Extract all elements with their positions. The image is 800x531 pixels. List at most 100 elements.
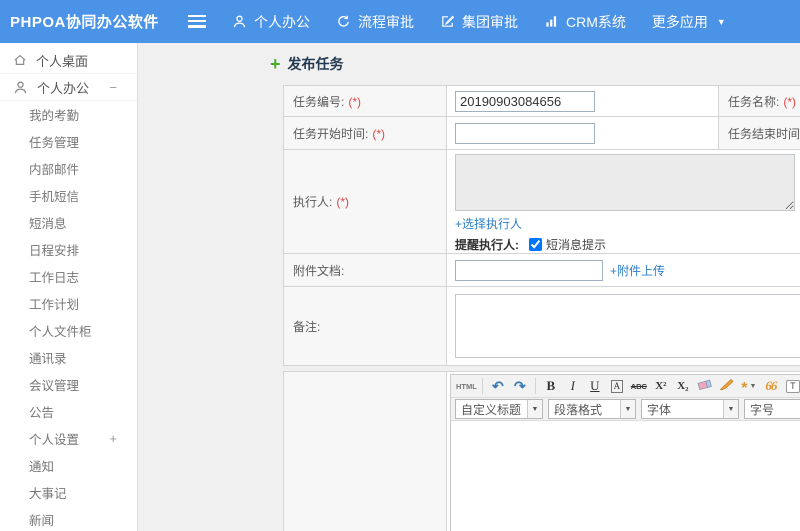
eraser-button[interactable] — [695, 377, 715, 396]
description-table: 任务描述:(*) HTML↶↷BIUAABCX²X₂*▼66TA▼ 自定义标题▼… — [283, 371, 800, 531]
format-brush-button[interactable] — [717, 377, 737, 396]
sidebar-item[interactable]: 通知 — [0, 452, 137, 479]
undo-button[interactable]: ↶ — [488, 377, 508, 396]
sidebar-item-label: 个人文件柜 — [29, 325, 92, 339]
sidebar-item[interactable]: 工作计划 — [0, 290, 137, 317]
attachment-upload-link[interactable]: +附件上传 — [610, 262, 665, 279]
sidebar: 个人桌面个人办公 − 我的考勤任务管理内部邮件手机短信短消息日程安排工作日志 工作计划… — [0, 43, 138, 531]
sidebar-item[interactable]: 通讯录 — [0, 344, 137, 371]
sidebar-item[interactable]: 任务管理 — [0, 128, 137, 155]
superscript-button[interactable]: X² — [651, 377, 671, 396]
add-plus-icon: + — [270, 53, 281, 74]
start-time-label: 任务开始时间: (*) — [283, 116, 447, 150]
attachment-label: 附件文档: — [283, 253, 447, 287]
caret-down-icon: ▼ — [716, 16, 726, 27]
sidebar-item[interactable]: 我的考勤 — [0, 101, 137, 128]
font-border-button[interactable]: A — [607, 377, 627, 396]
user-icon — [13, 80, 28, 95]
sms-remind-checkbox[interactable] — [529, 238, 542, 251]
sidebar-item-label: 新闻 — [29, 514, 55, 528]
subscript-button[interactable]: X₂ — [673, 377, 693, 396]
paragraph-format-select[interactable]: 段落格式 ▼ — [548, 399, 636, 419]
italic-button[interactable]: I — [563, 377, 583, 396]
content-area: + 发布任务 任务编号:(*) 任务名称:(*) — [138, 43, 800, 531]
sidebar-item-label: 个人办公 — [37, 80, 90, 96]
sidebar-item-label: 短消息 — [29, 217, 67, 231]
nav-item-2[interactable]: 流程审批 — [336, 12, 414, 32]
sidebar-item[interactable]: 公告 — [0, 398, 137, 425]
task-name-label: 任务名称: (*) — [718, 85, 800, 117]
nav-item-3[interactable]: 集团审批 — [440, 12, 518, 32]
redo-button[interactable]: ↷ — [510, 377, 530, 396]
sidebar-item[interactable]: 手机短信 — [0, 182, 137, 209]
caret-down-icon: ▼ — [723, 400, 738, 418]
sidebar-item-label: 个人桌面 — [36, 53, 89, 69]
nav-item-label: 更多应用 — [651, 13, 708, 30]
choose-executor-link[interactable]: +选择执行人 — [455, 217, 522, 231]
sidebar-item[interactable]: 短消息 — [0, 209, 137, 236]
top-navbar: PHPOA协同办公软件 个人办公 流程审批 集团审批 CRM系统 更多应用 ▼ — [0, 0, 800, 43]
sidebar-item[interactable]: 个人设置 + — [0, 425, 137, 452]
paste-plain-button[interactable]: T — [783, 377, 800, 396]
editor-content-area[interactable] — [451, 421, 800, 531]
toolbar-separator — [481, 378, 483, 394]
sms-remind-label[interactable]: 短消息提示 — [546, 236, 606, 253]
strikethrough-button[interactable]: ABC — [629, 377, 649, 396]
sidebar-item[interactable]: 大事记 — [0, 479, 137, 506]
executor-label: 执行人: (*) — [283, 149, 447, 254]
rich-text-editor: HTML↶↷BIUAABCX²X₂*▼66TA▼ 自定义标题▼段落格式▼字体▼字… — [450, 374, 800, 531]
sidebar-item[interactable]: 会议管理 — [0, 371, 137, 398]
collapse-icon[interactable]: − — [109, 80, 117, 95]
page-title-text: 发布任务 — [287, 55, 344, 72]
nav-item-1[interactable]: 个人办公 — [232, 12, 310, 32]
nav-item-label: CRM系统 — [566, 13, 626, 30]
task-form-table: 任务编号:(*) 任务名称:(*) 任务开始时间:(*) — [283, 85, 800, 366]
eraser-icon — [697, 378, 713, 394]
main-nav: 个人办公 流程审批 集团审批 CRM系统 更多应用 ▼ — [232, 12, 752, 32]
sidebar-item-label: 我的考勤 — [29, 109, 80, 123]
bar-chart-icon — [544, 14, 559, 29]
editor-toolbar-row2: 自定义标题▼段落格式▼字体▼字号▼ — [451, 398, 800, 421]
editor-toolbar-row1: HTML↶↷BIUAABCX²X₂*▼66TA▼ — [451, 375, 800, 398]
bold-button[interactable]: B — [541, 377, 561, 396]
hamburger-menu-icon[interactable] — [188, 15, 206, 28]
process-icon — [336, 14, 351, 29]
sidebar-item[interactable]: 日程安排 — [0, 236, 137, 263]
sidebar-item-label: 个人设置 — [29, 433, 80, 447]
caret-down-icon: ▼ — [749, 382, 757, 390]
sidebar-item-label: 通讯录 — [29, 352, 67, 366]
sidebar-item-label: 内部邮件 — [29, 163, 80, 177]
nav-item-label: 集团审批 — [462, 13, 518, 30]
sidebar-item[interactable]: 个人桌面 — [0, 47, 137, 74]
sidebar-item-label: 公告 — [29, 406, 55, 420]
attachment-input[interactable] — [455, 259, 603, 281]
brush-icon — [719, 378, 734, 394]
blockquote-button[interactable]: 66 — [761, 377, 781, 396]
task-number-label: 任务编号: (*) — [283, 85, 447, 117]
sidebar-item[interactable]: 工作日志 — [0, 263, 137, 290]
task-form: 任务编号:(*) 任务名称:(*) 任务开始时间:(*) — [283, 85, 800, 531]
special-char-button[interactable]: * ▼ — [739, 377, 759, 397]
nav-item-label: 流程审批 — [358, 13, 414, 30]
task-number-input[interactable] — [455, 90, 595, 112]
edit-square-icon — [440, 14, 455, 29]
sidebar-item[interactable]: 内部邮件 — [0, 155, 137, 182]
user-icon — [232, 14, 247, 29]
font-size-select[interactable]: 字号▼ — [744, 399, 800, 419]
nav-item-4[interactable]: CRM系统 — [544, 12, 626, 32]
sidebar-item[interactable]: 新闻 — [0, 506, 137, 531]
underline-button[interactable]: U — [585, 377, 605, 396]
sidebar-item[interactable]: 个人文件柜 — [0, 317, 137, 344]
remark-label: 备注: — [283, 286, 447, 366]
sidebar-item-label: 日程安排 — [29, 244, 80, 258]
remark-textarea[interactable] — [455, 294, 800, 358]
html-source-button[interactable]: HTML — [456, 377, 477, 396]
nav-item-5[interactable]: 更多应用 ▼ — [652, 12, 726, 32]
sidebar-item[interactable]: 个人办公 − — [0, 74, 137, 101]
start-time-input[interactable] — [455, 122, 595, 144]
description-label: 任务描述:(*) — [283, 371, 447, 531]
expand-icon[interactable]: + — [109, 431, 117, 446]
custom-title-select[interactable]: 自定义标题 ▼ — [455, 399, 543, 419]
font-family-select[interactable]: 字体 ▼ — [641, 399, 739, 419]
executor-textarea[interactable] — [455, 154, 795, 211]
